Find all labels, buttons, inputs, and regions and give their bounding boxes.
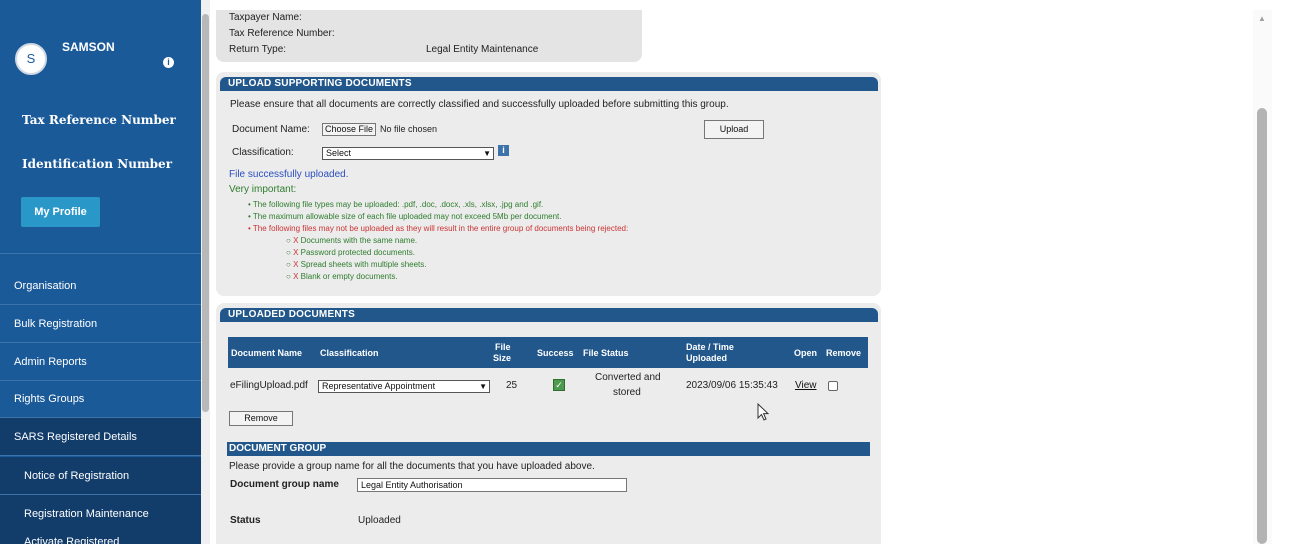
document-group-header: DOCUMENT GROUP — [227, 442, 870, 456]
rule-file-types: • The following file types may be upload… — [248, 200, 544, 209]
col-file-size-1: File — [495, 342, 511, 352]
nav-sars-registered-details[interactable]: SARS Registered Details — [0, 418, 201, 456]
rejected-item: ○ X Password protected documents. — [286, 248, 415, 257]
my-profile-button[interactable]: My Profile — [21, 197, 100, 227]
return-type-label: Return Type: — [229, 44, 287, 55]
nav-admin-reports[interactable]: Admin Reports — [0, 343, 201, 381]
form-area: Taxpayer Name: Tax Reference Number: Ret… — [213, 0, 883, 544]
mouse-cursor-icon — [757, 403, 770, 421]
x-icon: X — [293, 236, 299, 245]
choose-file-button[interactable]: Choose File — [322, 123, 376, 136]
nav-bulk-registration[interactable]: Bulk Registration — [0, 305, 201, 343]
row-status-line1: Converted and — [595, 372, 661, 383]
rejected-item: ○ X Spread sheets with multiple sheets. — [286, 260, 427, 269]
main-scrollbar-thumb[interactable] — [1257, 108, 1267, 544]
user-name: SAMSON — [62, 40, 115, 54]
upload-panel: UPLOAD SUPPORTING DOCUMENTS Please ensur… — [216, 72, 881, 296]
classification-select-value: Select — [326, 148, 352, 158]
upload-header: UPLOAD SUPPORTING DOCUMENTS — [220, 77, 878, 91]
col-remove: Remove — [826, 348, 862, 358]
group-instruction: Please provide a group name for all the … — [229, 461, 595, 472]
rejected-item: ○ X Blank or empty documents. — [286, 272, 398, 281]
tax-reference-label: Tax Reference Number — [22, 113, 176, 127]
nav-rights-groups[interactable]: Rights Groups — [0, 380, 201, 418]
group-name-label: Document group name — [230, 479, 339, 490]
status-value: Uploaded — [358, 515, 401, 526]
row-classification-select[interactable]: Representative Appointment ▼ — [318, 380, 490, 393]
x-icon: X — [293, 272, 299, 281]
upload-button[interactable]: Upload — [704, 120, 764, 139]
x-icon: X — [293, 248, 299, 257]
col-file-status: File Status — [583, 348, 629, 358]
success-message: File successfully uploaded. — [229, 169, 349, 180]
classification-info-icon[interactable]: i — [498, 145, 509, 156]
taxpayer-info-panel: Taxpayer Name: Tax Reference Number: Ret… — [216, 10, 642, 62]
avatar[interactable]: S — [15, 43, 47, 75]
document-name-label: Document Name: — [232, 124, 310, 135]
remove-button[interactable]: Remove — [229, 411, 293, 426]
col-classification: Classification — [320, 348, 379, 358]
remove-checkbox[interactable] — [828, 381, 838, 391]
group-name-input[interactable] — [357, 478, 627, 492]
status-label: Status — [230, 515, 261, 526]
uploaded-table-header: Document Name Classification File Size S… — [228, 337, 868, 368]
rule-rejected: • The following files may not be uploade… — [248, 224, 629, 233]
row-status-line2: stored — [613, 387, 641, 398]
nav-notice-of-registration[interactable]: Notice of Registration — [0, 457, 201, 495]
col-success: Success — [537, 348, 574, 358]
col-file-size-2: Size — [493, 353, 512, 363]
nav-activate-registered[interactable]: Activate Registered — [0, 532, 201, 544]
chevron-down-icon: ▼ — [483, 149, 491, 158]
x-icon: X — [293, 260, 299, 269]
very-important-label: Very important: — [229, 184, 297, 195]
rejected-item: ○ X Documents with the same name. — [286, 236, 418, 245]
sidebar-divider — [0, 253, 201, 254]
identification-label: Identification Number — [22, 157, 173, 171]
col-date-2: Uploaded — [686, 353, 728, 363]
row-document-name: eFilingUpload.pdf — [230, 380, 308, 391]
col-date-1: Date / Time — [686, 342, 734, 352]
sidebar-scrollbar-thumb[interactable] — [202, 14, 209, 412]
col-document-name: Document Name — [231, 348, 303, 358]
row-classification-value: Representative Appointment — [322, 381, 436, 391]
nav-registration-maintenance[interactable]: Registration Maintenance — [0, 495, 201, 533]
taxpayer-name-label: Taxpayer Name: — [229, 12, 302, 23]
success-check-icon: ✓ — [553, 379, 565, 391]
classification-select[interactable]: Select ▼ — [322, 147, 494, 160]
uploaded-header: UPLOADED DOCUMENTS — [220, 308, 878, 322]
no-file-chosen-text: No file chosen — [380, 124, 438, 134]
row-date-uploaded: 2023/09/06 15:35:43 — [686, 380, 778, 391]
info-icon[interactable]: i — [163, 57, 174, 68]
view-link[interactable]: View — [795, 380, 817, 391]
upload-instruction: Please ensure that all documents are cor… — [230, 99, 729, 110]
row-file-size: 25 — [506, 380, 518, 391]
col-open: Open — [794, 348, 818, 358]
classification-label: Classification: — [232, 147, 294, 158]
chevron-down-icon: ▼ — [479, 382, 487, 391]
return-type-value: Legal Entity Maintenance — [426, 44, 539, 55]
sidebar: S SAMSON i Tax Reference Number Identifi… — [0, 0, 210, 544]
scroll-up-arrow-icon[interactable]: ▲ — [1258, 14, 1266, 23]
rule-max-size: • The maximum allowable size of each fil… — [248, 212, 562, 221]
tax-ref-label: Tax Reference Number: — [229, 28, 335, 39]
nav-organisation[interactable]: Organisation — [0, 267, 201, 305]
